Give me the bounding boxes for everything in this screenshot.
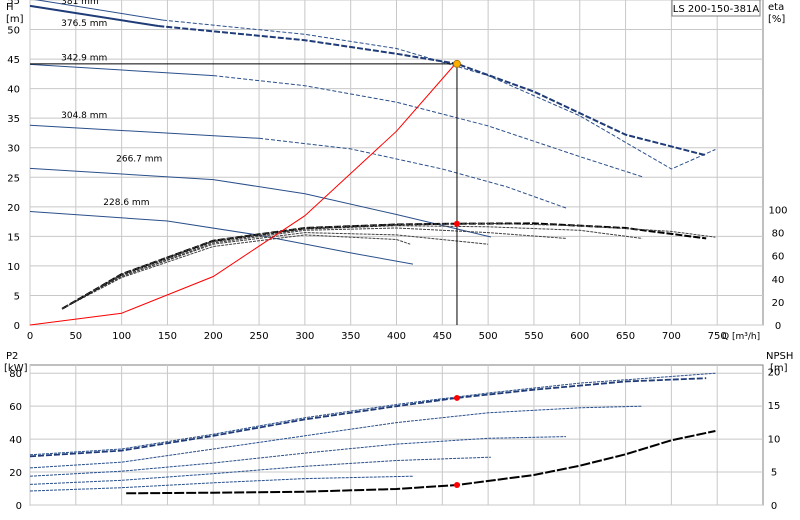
power-tick-label: 60: [9, 402, 22, 413]
q-tick-label: 150: [158, 331, 177, 342]
q-tick-label: 550: [524, 331, 543, 342]
npsh-axis-label: NPSH: [766, 351, 793, 362]
power-tick-label: 20: [9, 468, 22, 479]
head-axis-label: H: [6, 2, 14, 13]
eta-tick-label: 40: [772, 275, 785, 286]
npsh-tick-label: 5: [771, 468, 777, 479]
head-tick-label: 15: [7, 232, 20, 243]
pump-performance-chart: 381 mm 376.5 mm 342.9 mm 304.8 mm 266.7 mm 22…: [4, 0, 793, 512]
npsh-tick-label: 0: [771, 501, 777, 512]
q-tick-label: 0: [27, 331, 33, 342]
q-axis-label: Q [m³/h]: [722, 332, 760, 342]
q-tick-label: 300: [295, 331, 314, 342]
impeller-diameter-label: 228.6 mm: [103, 198, 149, 208]
power-plot: 02040608005101520 P2 [kW] NPSH [m]: [4, 351, 793, 512]
eta-tick-label: 100: [768, 206, 787, 217]
q-tick-label: 100: [112, 331, 131, 342]
npsh-axis-unit: [m]: [770, 363, 788, 374]
npsh-tick-label: 10: [768, 434, 781, 445]
q-tick-label: 400: [387, 331, 406, 342]
q-tick-label: 700: [662, 331, 681, 342]
power-axis-label: P2: [6, 351, 18, 362]
head-tick-label: 50: [7, 26, 20, 37]
duty-point-marker: [453, 59, 461, 68]
head-tick-label: 30: [7, 144, 20, 155]
power-tick-label: 0: [16, 501, 22, 512]
q-tick-label: 200: [204, 331, 223, 342]
q-tick-label: 250: [250, 331, 269, 342]
efficiency-point-marker: [453, 220, 460, 227]
head-tick-label: 35: [7, 114, 20, 125]
q-tick-label: 500: [479, 331, 498, 342]
npsh-point-marker: [453, 482, 460, 488]
q-tick-label: 650: [616, 331, 635, 342]
eta-tick-label: 80: [772, 229, 785, 240]
impeller-diameter-label: 342.9 mm: [61, 53, 107, 63]
q-tick-label: 350: [341, 331, 360, 342]
head-tick-label: 0: [14, 321, 20, 332]
impeller-diameter-label: 266.7 mm: [116, 154, 162, 164]
power-point-marker: [453, 394, 460, 401]
eta-axis-label: eta: [768, 2, 784, 13]
head-plot: 381 mm 376.5 mm 342.9 mm 304.8 mm 266.7 mm 22…: [6, 0, 788, 342]
head-tick-label: 10: [7, 262, 20, 273]
head-tick-label: 25: [7, 173, 20, 184]
eta-tick-label: 20: [772, 298, 785, 309]
head-tick-label: 45: [7, 55, 20, 66]
power-axis-unit: [kW]: [4, 363, 28, 374]
q-tick-label: 50: [69, 331, 82, 342]
q-tick-label: 600: [570, 331, 589, 342]
head-tick-label: 5: [14, 291, 20, 302]
q-tick-label: 450: [433, 331, 452, 342]
q-axis-name: Q: [722, 332, 729, 342]
npsh-tick-label: 15: [768, 401, 781, 412]
eta-axis-unit: [%]: [768, 14, 785, 25]
eta-tick-label: 0: [775, 321, 781, 332]
q-axis-unit: [m³/h]: [732, 332, 760, 342]
head-axis-unit: [m]: [6, 14, 24, 25]
impeller-diameter-label: 304.8 mm: [61, 111, 107, 121]
head-tick-label: 40: [7, 85, 20, 96]
impeller-diameter-label: 376.5 mm: [61, 19, 107, 29]
power-tick-label: 40: [9, 435, 22, 446]
eta-tick-label: 60: [772, 252, 785, 263]
chart-title: LS 200-150-381A: [673, 4, 760, 15]
head-tick-label: 20: [7, 203, 20, 214]
impeller-diameter-label: 381 mm: [61, 0, 99, 7]
